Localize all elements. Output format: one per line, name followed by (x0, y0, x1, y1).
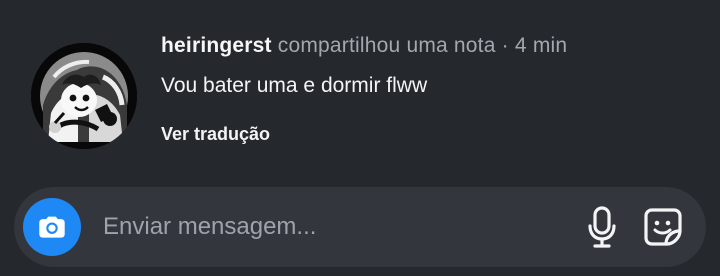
note-header: heiringerst compartilhou uma nota · 4 mi… (161, 30, 567, 62)
camera-button[interactable] (23, 198, 81, 256)
sticker-button[interactable] (640, 204, 686, 250)
profile-illustration-icon (31, 43, 137, 149)
username[interactable]: heiringerst (161, 34, 272, 57)
camera-icon (39, 216, 65, 238)
time-separator: · (501, 34, 509, 57)
sticker-icon (644, 208, 682, 246)
note-text: Vou bater uma e dormir flww (161, 74, 428, 97)
shared-note: heiringerst compartilhou uma nota · 4 mi… (0, 0, 720, 180)
timestamp: 4 min (514, 34, 568, 57)
microphone-icon (588, 206, 616, 248)
message-composer (14, 187, 706, 267)
microphone-button[interactable] (582, 204, 622, 250)
note-reply-screen: heiringerst compartilhou uma nota · 4 mi… (0, 0, 720, 276)
note-action: compartilhou uma nota (277, 34, 496, 57)
avatar[interactable] (31, 43, 137, 149)
message-input[interactable] (103, 205, 533, 249)
see-translation-link[interactable]: Ver tradução (161, 119, 270, 149)
